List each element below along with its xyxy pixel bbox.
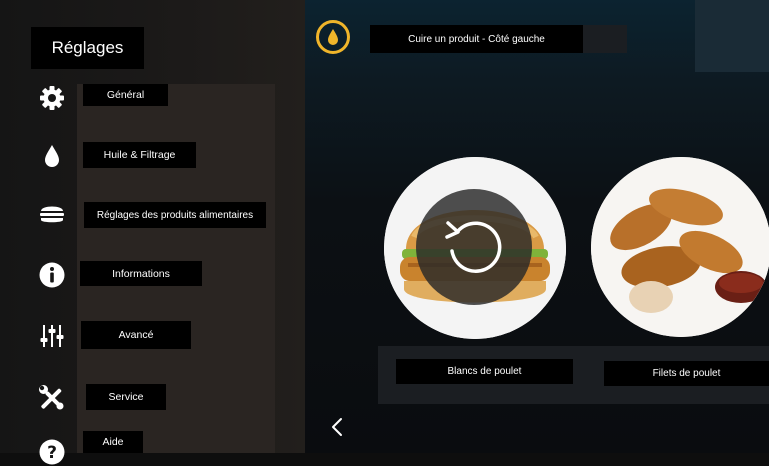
topbar-panel — [695, 0, 769, 72]
oil-drop-icon — [328, 29, 338, 45]
sliders-icon — [38, 322, 66, 350]
menu-item-informations[interactable]: Informations — [0, 253, 305, 297]
menu-label-service: Service — [86, 384, 166, 410]
menu-label-oil-filtration: Huile & Filtrage — [83, 142, 196, 168]
gear-icon — [38, 84, 66, 112]
menu-item-general[interactable]: Général — [0, 76, 305, 120]
menu-label-advanced: Avancé — [81, 321, 191, 349]
menu-item-advanced[interactable]: Avancé — [0, 314, 305, 358]
product-label-chicken-breast[interactable]: Blancs de poulet — [396, 359, 573, 384]
burger-icon — [38, 200, 66, 228]
menu-label-general: Général — [83, 84, 168, 106]
help-icon: ? — [38, 438, 66, 466]
product-tile-chicken-tenders[interactable] — [591, 157, 769, 337]
menu-label-food-product-settings: Réglages des produits alimentaires — [84, 202, 266, 228]
menu-item-food-product-settings[interactable]: Réglages des produits alimentaires — [0, 192, 305, 236]
oil-drop-icon — [38, 142, 66, 170]
page-title: Cuire un produit - Côté gauche — [370, 25, 583, 53]
reset-icon — [445, 221, 502, 273]
chevron-left-icon — [332, 418, 342, 436]
reset-button[interactable] — [416, 189, 532, 305]
menu-item-help[interactable]: ? Aide — [0, 428, 305, 465]
cook-product-panel: Cuire un produit - Côté gauche Blancs de… — [305, 0, 769, 453]
settings-sidebar: Réglages Général Huile & Filtrage Réglag… — [0, 0, 305, 465]
sidebar-title: Réglages — [31, 27, 144, 69]
menu-label-help: Aide — [83, 431, 143, 453]
back-button[interactable] — [327, 413, 347, 441]
info-icon — [38, 261, 66, 289]
svg-text:?: ? — [47, 443, 57, 463]
header-divider — [583, 25, 627, 53]
chicken-tenders-image — [591, 157, 769, 337]
product-label-chicken-tenders[interactable]: Filets de poulet — [604, 361, 769, 386]
menu-item-oil-filtration[interactable]: Huile & Filtrage — [0, 134, 305, 178]
menu-item-service[interactable]: Service — [0, 376, 305, 420]
menu-label-informations: Informations — [80, 261, 202, 286]
oil-status-button[interactable] — [316, 20, 350, 54]
tools-icon — [38, 384, 66, 412]
